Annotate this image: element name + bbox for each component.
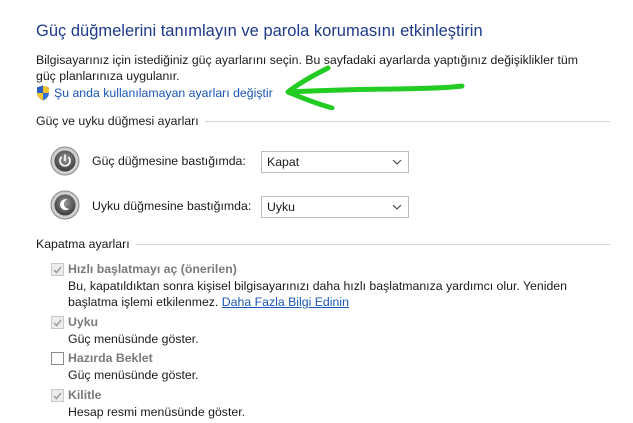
checkmark-icon [53,266,62,274]
change-unavailable-settings-link[interactable]: Şu anda kullanılamayan ayarları değiştir [54,86,273,100]
power-button-label: Güç düğmesine bastığımda: [92,154,246,168]
lock-label: Kilitle [68,388,102,402]
sleep-description: Güç menüsünde göster. [68,332,199,346]
checkmark-icon [53,392,62,400]
fast-startup-checkbox[interactable] [51,263,64,276]
sleep-button-action-select[interactable]: Uyku [261,196,409,218]
page-title: Güç düğmelerini tanımlayın ve parola kor… [36,22,483,40]
power-section-label: Güç ve uyku düğmesi ayarları [36,114,205,128]
checkmark-icon [53,319,62,327]
sleep-label: Uyku [68,315,99,329]
shutdown-section-label: Kapatma ayarları [36,237,136,251]
power-button-action-select[interactable]: Kapat [261,151,409,173]
hibernate-label: Hazırda Beklet [68,351,153,365]
learn-more-link[interactable]: Daha Fazla Bilgi Edinin [222,295,349,309]
uac-shield-icon [37,85,49,101]
lock-checkbox[interactable] [51,389,64,402]
hibernate-description: Güç menüsünde göster. [68,368,199,382]
annotation-arrow-icon [285,65,465,110]
power-button-icon [50,146,80,176]
fast-startup-description: Bu, kapatıldıktan sonra kişisel bilgisay… [68,278,598,310]
hibernate-checkbox[interactable] [51,352,64,365]
fast-startup-label: Hızlı başlatmayı aç (önerilen) [68,262,237,276]
power-button-action-value: Kapat [267,155,300,169]
sleep-button-label: Uyku düğmesine bastığımda: [92,199,252,213]
sleep-button-action-value: Uyku [267,200,296,214]
chevron-down-icon [386,152,408,172]
sleep-button-icon [50,190,80,220]
lock-description: Hesap resmi menüsünde göster. [68,405,246,419]
change-settings-link-row[interactable]: Şu anda kullanılamayan ayarları değiştir [36,84,273,102]
sleep-checkbox[interactable] [51,316,64,329]
chevron-down-icon [386,197,408,217]
